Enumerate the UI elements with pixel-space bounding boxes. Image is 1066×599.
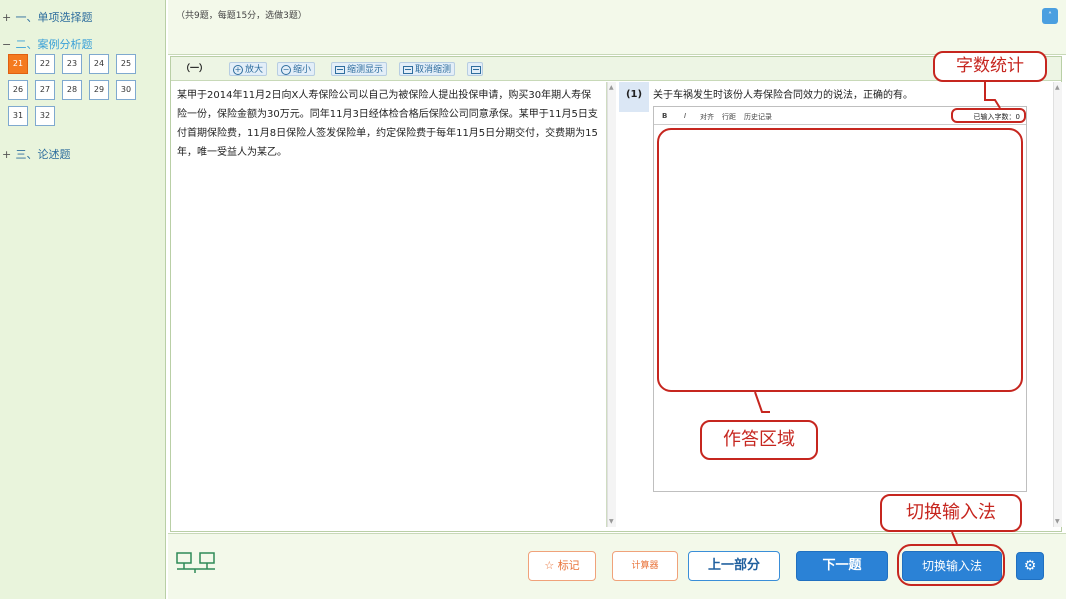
passage-toolbar: （一） + 放大 − 缩小 缩测显示 取消缩测	[171, 57, 1061, 81]
double-chevron-up-icon[interactable]: ˄	[1042, 8, 1058, 24]
cancel-split-button[interactable]: 取消缩测	[399, 62, 456, 76]
layout-icon	[471, 65, 481, 74]
word-count-callout: 字数统计	[933, 51, 1047, 82]
question-nav-sidebar: + 一、单项选择题 − 二、案例分析题 21 22 23 24 25 26 27…	[0, 0, 166, 599]
passage-scrollbar[interactable]: ▲ ▼	[607, 82, 616, 527]
section-single-choice[interactable]: + 一、单项选择题	[2, 9, 93, 25]
scroll-up-icon[interactable]: ▲	[1055, 84, 1060, 91]
word-count-highlight	[951, 108, 1026, 123]
prev-section-button[interactable]: 上一部分	[688, 551, 780, 581]
section-info-text: （共9题，每题15分，选做3题）	[176, 11, 307, 21]
align-button[interactable]: 对齐	[700, 112, 714, 122]
split-view-button[interactable]: 缩测显示	[331, 62, 388, 76]
calculator-button[interactable]: 计算器	[612, 551, 678, 581]
question-cell-23[interactable]: 23	[62, 54, 82, 74]
question-scrollbar[interactable]: ▲ ▼	[1053, 82, 1062, 527]
question-cell-30[interactable]: 30	[116, 80, 136, 100]
section-info-bar: （共9题，每题15分，选做3题） ˄	[168, 0, 1066, 55]
question-cell-25[interactable]: 25	[116, 54, 136, 74]
section-label: 二、案例分析题	[15, 38, 93, 51]
layout-toggle-button[interactable]	[467, 62, 483, 76]
case-passage: 某甲于2014年11月2日向X人寿保险公司以自己为被保险人提出投保申请，购买30…	[171, 82, 607, 527]
star-icon: ☆	[544, 559, 555, 572]
history-button[interactable]: 历史记录	[744, 112, 772, 122]
zoom-out-button[interactable]: − 缩小	[277, 62, 316, 76]
section-essay[interactable]: + 三、论述题	[2, 146, 71, 162]
split-horizontal-icon	[335, 65, 345, 74]
section-label: 三、论述题	[15, 148, 71, 161]
question-cell-21[interactable]: 21	[8, 54, 28, 74]
gear-icon[interactable]: ⚙	[1016, 552, 1044, 580]
line-spacing-button[interactable]: 行距	[722, 112, 736, 122]
ime-callout: 切换输入法	[880, 494, 1022, 532]
ime-button-highlight	[897, 544, 1005, 586]
minus-circle-icon: −	[281, 64, 291, 75]
question-number: (1)	[619, 82, 649, 112]
question-cell-31[interactable]: 31	[8, 106, 28, 126]
section-number-label: （一）	[181, 64, 209, 74]
zoom-in-button[interactable]: + 放大	[229, 62, 268, 76]
answer-area-callout: 作答区域	[700, 420, 818, 460]
question-cell-27[interactable]: 27	[35, 80, 55, 100]
section-label: 一、单项选择题	[15, 11, 93, 24]
split-box-icon	[403, 65, 413, 74]
answer-area-highlight	[657, 128, 1023, 392]
scroll-up-icon[interactable]: ▲	[609, 84, 614, 91]
bold-button[interactable]: B	[662, 112, 667, 120]
passage-text: 某甲于2014年11月2日向X人寿保险公司以自己为被保险人提出投保申请，购买30…	[177, 90, 598, 158]
question-cell-22[interactable]: 22	[35, 54, 55, 74]
question-cell-24[interactable]: 24	[89, 54, 109, 74]
question-cell-26[interactable]: 26	[8, 80, 28, 100]
question-cell-29[interactable]: 29	[89, 80, 109, 100]
next-question-button[interactable]: 下一题	[796, 551, 888, 581]
network-status-icon	[176, 552, 216, 578]
question-cell-28[interactable]: 28	[62, 80, 82, 100]
plus-circle-icon: +	[233, 64, 243, 75]
section-case-analysis[interactable]: − 二、案例分析题	[2, 36, 93, 52]
question-cell-32[interactable]: 32	[35, 106, 55, 126]
scroll-down-icon[interactable]: ▼	[609, 518, 614, 525]
italic-button[interactable]: I	[684, 112, 686, 120]
mark-button[interactable]: ☆ 标记	[528, 551, 596, 581]
question-text: 关于车祸发生时该份人寿保险合同效力的说法，正确的有。	[653, 90, 913, 101]
scroll-down-icon[interactable]: ▼	[1055, 518, 1060, 525]
